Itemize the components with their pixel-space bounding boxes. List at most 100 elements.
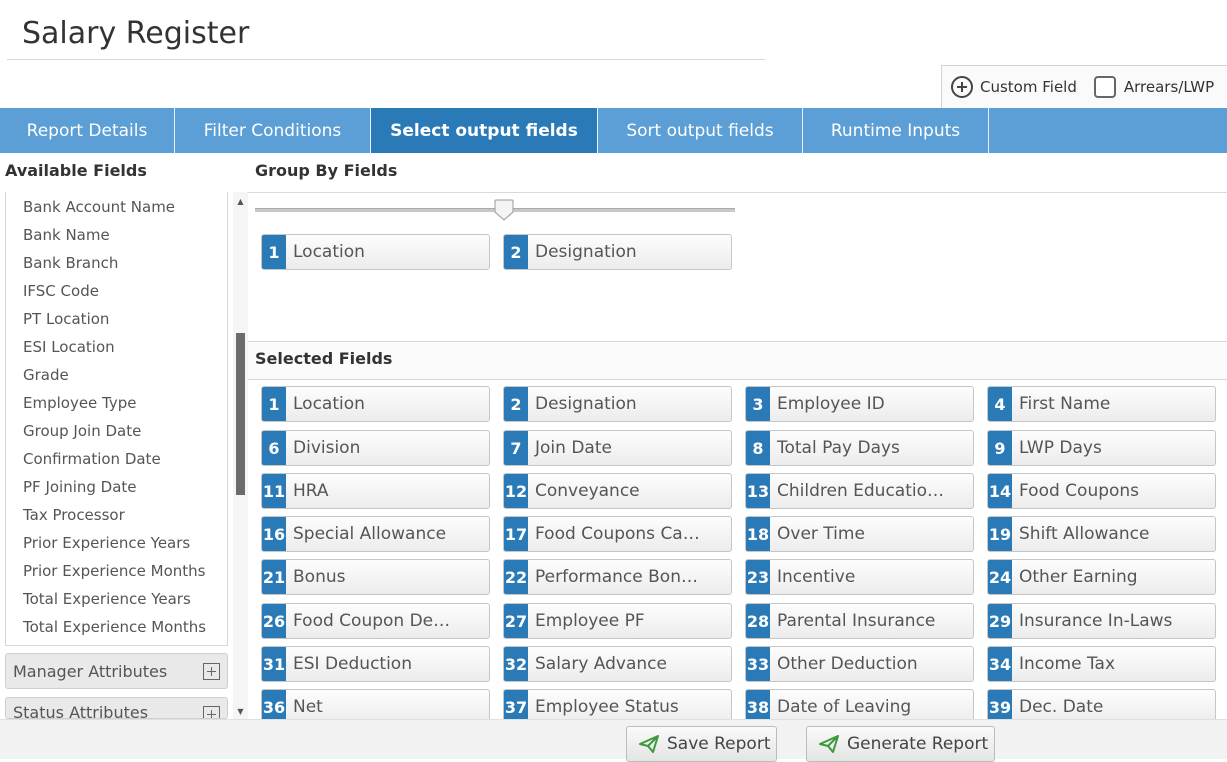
field-chip[interactable]: 21 Bonus [261,559,490,595]
available-field-item[interactable]: Bank Branch [6,249,227,277]
field-label: Join Date [535,438,612,458]
scrollbar-thumb[interactable] [236,333,245,495]
field-chip[interactable]: 32 Salary Advance [503,646,732,682]
field-label: LWP Days [1019,438,1102,458]
field-chip[interactable]: 31 ESI Deduction [261,646,490,682]
generate-report-label: Generate Report [847,734,989,754]
available-field-item[interactable]: Employee Type [6,389,227,417]
available-field-item[interactable]: Confirmation Date [6,445,227,473]
field-order-number: 2 [504,235,528,269]
tab-sort-output-fields[interactable]: Sort output fields [598,108,803,153]
field-order-number: 1 [262,387,286,421]
field-chip[interactable]: 34 Income Tax [987,646,1216,682]
available-field-item[interactable]: Total Experience Years [6,585,227,613]
field-order-number: 34 [988,647,1012,681]
send-icon [819,735,839,753]
field-chip[interactable]: 18 Over Time [745,516,974,552]
save-report-button[interactable]: Save Report [626,726,777,762]
field-chip[interactable]: 14 Food Coupons [987,473,1216,509]
field-chip[interactable]: 2 Designation [503,386,732,422]
manager-attributes-group[interactable]: Manager Attributes [5,653,228,689]
tab-runtime-inputs[interactable]: Runtime Inputs [803,108,989,153]
status-attributes-group[interactable]: Status Attributes [5,697,228,719]
available-fields-list: Bank Account Name Bank Name Bank Branch IFS… [6,192,227,641]
available-fields-scrollbar[interactable]: ▲ ▼ [233,192,248,719]
scroll-up-arrow-icon[interactable]: ▲ [233,194,248,209]
field-label: Other Earning [1019,567,1138,587]
arrears-lwp-toggle[interactable]: Arrears/LWP [1077,76,1214,98]
field-chip[interactable]: 2 Designation [503,234,732,270]
available-field-item[interactable]: Tax Processor [6,501,227,529]
available-field-item[interactable]: Grade [6,361,227,389]
send-icon [639,735,659,753]
field-chip[interactable]: 29 Insurance In-Laws [987,603,1216,639]
field-chip[interactable]: 24 Other Earning [987,559,1216,595]
field-label: Date of Leaving [777,697,912,717]
field-chip[interactable]: 3 Employee ID [745,386,974,422]
field-chip[interactable]: 17 Food Coupons Ca… [503,516,732,552]
available-field-item[interactable]: Bank Name [6,221,227,249]
tab-filter-conditions[interactable]: Filter Conditions [175,108,371,153]
generate-report-button[interactable]: Generate Report [806,726,995,762]
field-label: Special Allowance [293,524,447,544]
group-by-divider [248,192,1227,193]
available-field-item[interactable]: Group Join Date [6,417,227,445]
title-divider [7,59,765,60]
field-order-number: 12 [504,474,528,508]
field-chip[interactable]: 19 Shift Allowance [987,516,1216,552]
available-field-item[interactable]: Prior Experience Years [6,529,227,557]
available-fields-header: Available Fields [5,161,147,180]
field-order-number: 6 [262,431,286,465]
available-field-item[interactable]: Bank Account Name [6,193,227,221]
field-order-number: 1 [262,235,286,269]
field-label: HRA [293,481,329,501]
field-chip[interactable]: 22 Performance Bon… [503,559,732,595]
field-chip[interactable]: 9 LWP Days [987,430,1216,466]
field-label: Designation [535,394,637,414]
field-chip[interactable]: 23 Incentive [745,559,974,595]
field-order-number: 23 [746,560,770,594]
field-chip[interactable]: 13 Children Educatio… [745,473,974,509]
field-label: ESI Deduction [293,654,412,674]
field-order-number: 4 [988,387,1012,421]
available-field-item[interactable]: Prior Experience Months [6,557,227,585]
field-chip[interactable]: 11 HRA [261,473,490,509]
field-label: Conveyance [535,481,640,501]
status-attributes-label: Status Attributes [13,703,149,719]
field-chip[interactable]: 26 Food Coupon De… [261,603,490,639]
field-order-number: 16 [262,517,286,551]
field-chip[interactable]: 7 Join Date [503,430,732,466]
field-label: Salary Advance [535,654,667,674]
custom-field-button[interactable]: Custom Field [951,76,1077,98]
field-label: Food Coupons Ca… [535,524,700,544]
page-title: Salary Register [22,16,250,51]
available-field-item[interactable]: ESI Location [6,333,227,361]
field-chip[interactable]: 1 Location [261,234,490,270]
available-field-item[interactable]: IFSC Code [6,277,227,305]
field-order-number: 29 [988,604,1012,638]
field-chip[interactable]: 4 First Name [987,386,1216,422]
expand-plus-icon[interactable] [203,706,220,718]
tab-select-output-fields[interactable]: Select output fields [371,108,598,153]
field-chip[interactable]: 1 Location [261,386,490,422]
available-field-item[interactable]: PF Joining Date [6,473,227,501]
slider-handle[interactable] [494,199,514,221]
field-order-number: 2 [504,387,528,421]
field-chip[interactable]: 8 Total Pay Days [745,430,974,466]
save-report-label: Save Report [667,734,771,754]
field-chip[interactable]: 28 Parental Insurance [745,603,974,639]
field-chip[interactable]: 6 Division [261,430,490,466]
available-field-item[interactable]: PT Location [6,305,227,333]
field-chip[interactable]: 27 Employee PF [503,603,732,639]
field-chip[interactable]: 16 Special Allowance [261,516,490,552]
arrears-lwp-checkbox[interactable] [1093,76,1116,98]
field-label: Other Deduction [777,654,918,674]
scroll-down-arrow-icon[interactable]: ▼ [233,704,248,719]
field-chip[interactable]: 12 Conveyance [503,473,732,509]
field-chip[interactable]: 33 Other Deduction [745,646,974,682]
tab-report-details[interactable]: Report Details [0,108,175,153]
available-field-item[interactable]: Total Experience Months [6,613,227,641]
field-order-number: 7 [504,431,528,465]
manager-attributes-label: Manager Attributes [13,661,168,681]
expand-plus-icon[interactable] [203,663,220,680]
